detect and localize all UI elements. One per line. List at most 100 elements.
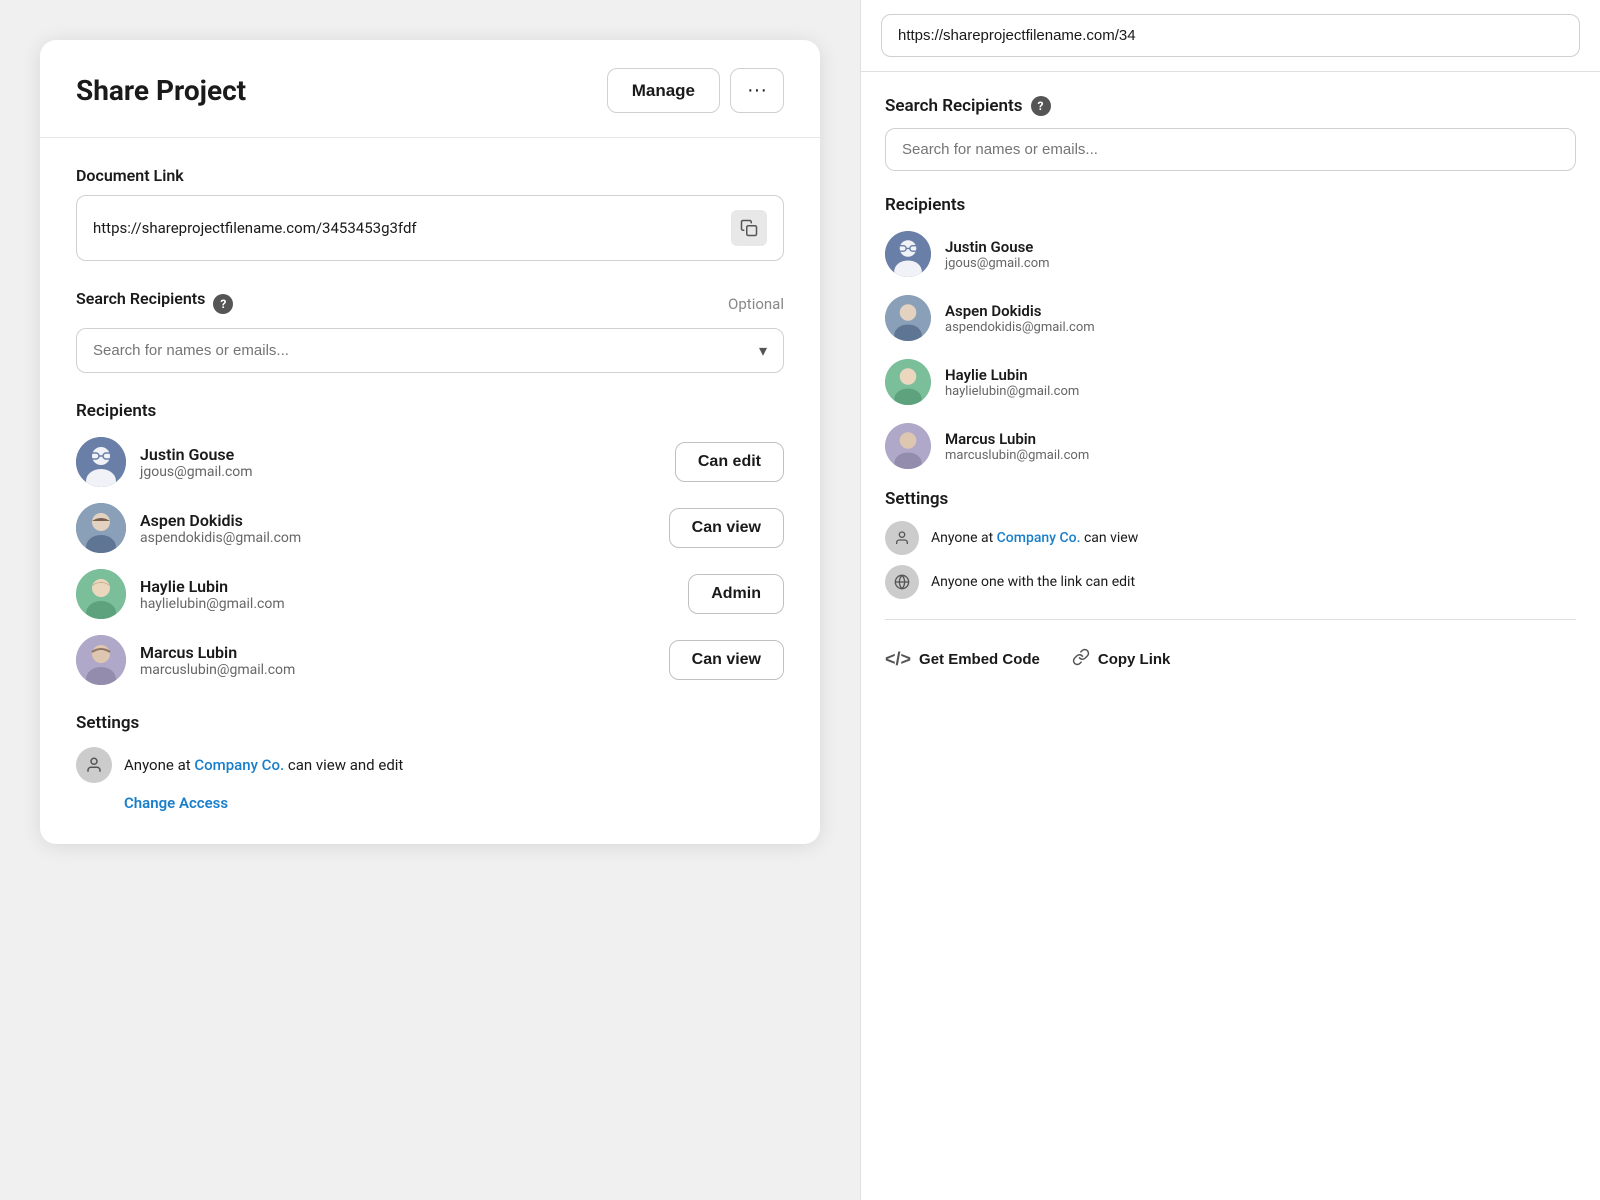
right-avatar-hl-svg xyxy=(885,359,931,405)
recipient-name-ml: Marcus Lubin xyxy=(140,643,295,662)
access-btn-hl[interactable]: Admin xyxy=(688,574,784,614)
right-search-recipients-label-text: Search Recipients xyxy=(885,96,1023,116)
search-input-wrap[interactable]: ▾ xyxy=(76,328,784,373)
settings-section: Settings Anyone at Company Co. can view … xyxy=(76,713,784,812)
document-link-container: https://shareprojectfilename.com/3453453… xyxy=(76,195,784,261)
recipient-row-ad: Aspen Dokidis aspendokidis@gmail.com Can… xyxy=(76,503,784,553)
search-recipients-header: Search Recipients ? Optional xyxy=(76,289,784,318)
right-avatar-ad-svg xyxy=(885,295,931,341)
avatar-hl-svg xyxy=(76,569,126,619)
bottom-actions: </> Get Embed Code Copy Link xyxy=(885,640,1576,671)
right-avatar-ad xyxy=(885,295,931,341)
document-link-label: Document Link xyxy=(76,166,784,185)
recipients-title: Recipients xyxy=(76,401,784,421)
document-link-text: https://shareprojectfilename.com/3453453… xyxy=(93,219,731,237)
recipients-section: Recipients xyxy=(76,401,784,685)
recipient-info-ml: Marcus Lubin marcuslubin@gmail.com xyxy=(76,635,295,685)
right-settings-title: Settings xyxy=(885,489,1576,509)
copy-link-label: Copy Link xyxy=(1098,651,1171,668)
right-divider xyxy=(885,619,1576,620)
right-recipient-details-ml: Marcus Lubin marcuslubin@gmail.com xyxy=(945,430,1089,463)
right-avatar-jg xyxy=(885,231,931,277)
modal-body: Document Link https://shareprojectfilena… xyxy=(40,138,820,844)
right-company-name: Company Co. xyxy=(997,530,1081,546)
search-label-wrap: Search Recipients ? xyxy=(76,289,233,318)
recipient-name-jg: Justin Gouse xyxy=(140,445,253,464)
right-settings-row-company: Anyone at Company Co. can view xyxy=(885,521,1576,555)
access-btn-ml[interactable]: Can view xyxy=(669,640,784,680)
right-settings-company-text: Anyone at Company Co. can view xyxy=(931,530,1138,546)
avatar-ad-svg xyxy=(76,503,126,553)
modal-title: Share Project xyxy=(76,74,246,107)
recipient-info-hl: Haylie Lubin haylielubin@gmail.com xyxy=(76,569,285,619)
change-access-link[interactable]: Change Access xyxy=(124,794,228,812)
right-recipient-email-hl: haylielubin@gmail.com xyxy=(945,384,1079,399)
copy-icon xyxy=(740,219,758,237)
header-buttons: Manage ··· xyxy=(607,68,784,113)
embed-code-button[interactable]: </> Get Embed Code xyxy=(885,649,1040,670)
right-content: Search Recipients ? Recipients Justin Go… xyxy=(861,72,1600,1200)
right-recipient-email-ml: marcuslubin@gmail.com xyxy=(945,448,1089,463)
right-recipient-email-ad: aspendokidis@gmail.com xyxy=(945,320,1095,335)
link-icon xyxy=(1072,648,1090,671)
avatar-jg-svg xyxy=(76,437,126,487)
right-recipient-name-ad: Aspen Dokidis xyxy=(945,302,1095,320)
access-btn-ad[interactable]: Can view xyxy=(669,508,784,548)
avatar-aspen-dokidis xyxy=(76,503,126,553)
settings-company-text: Anyone at Company Co. can view and edit xyxy=(124,756,403,774)
search-recipients-label: Search Recipients xyxy=(76,289,205,308)
recipient-email-jg: jgous@gmail.com xyxy=(140,464,253,480)
person-svg-icon xyxy=(85,756,103,774)
settings-row-company: Anyone at Company Co. can view and edit xyxy=(76,747,784,783)
search-input[interactable] xyxy=(93,342,759,359)
optional-label: Optional xyxy=(728,295,784,313)
right-recipient-ml: Marcus Lubin marcuslubin@gmail.com xyxy=(885,423,1576,469)
right-recipient-name-jg: Justin Gouse xyxy=(945,238,1050,256)
recipient-details-hl: Haylie Lubin haylielubin@gmail.com xyxy=(140,577,285,612)
right-person-icon xyxy=(885,521,919,555)
recipient-info-ad: Aspen Dokidis aspendokidis@gmail.com xyxy=(76,503,301,553)
right-avatar-hl xyxy=(885,359,931,405)
avatar-marcus-lubin xyxy=(76,635,126,685)
right-person-svg-icon xyxy=(894,530,910,546)
left-panel: Share Project Manage ··· Document Link h… xyxy=(0,0,860,1200)
company-link[interactable]: Company Co. xyxy=(194,756,284,774)
right-recipient-details-jg: Justin Gouse jgous@gmail.com xyxy=(945,238,1050,271)
right-recipient-details-hl: Haylie Lubin haylielubin@gmail.com xyxy=(945,366,1079,399)
right-search-label: Search Recipients ? xyxy=(885,96,1576,116)
url-input[interactable] xyxy=(881,14,1580,57)
recipient-details-jg: Justin Gouse jgous@gmail.com xyxy=(140,445,253,480)
person-icon xyxy=(76,747,112,783)
right-search-input[interactable] xyxy=(885,128,1576,171)
right-avatar-ml-svg xyxy=(885,423,931,469)
recipient-email-ml: marcuslubin@gmail.com xyxy=(140,662,295,678)
url-bar xyxy=(861,0,1600,72)
right-avatar-jg-svg xyxy=(885,231,931,277)
access-btn-jg[interactable]: Can edit xyxy=(675,442,784,482)
right-recipient-jg: Justin Gouse jgous@gmail.com xyxy=(885,231,1576,277)
right-help-icon[interactable]: ? xyxy=(1031,96,1051,116)
avatar-haylie-lubin xyxy=(76,569,126,619)
right-recipients-title: Recipients xyxy=(885,195,1576,215)
right-recipient-name-hl: Haylie Lubin xyxy=(945,366,1079,384)
recipient-name-hl: Haylie Lubin xyxy=(140,577,285,596)
right-recipient-email-jg: jgous@gmail.com xyxy=(945,256,1050,271)
share-modal: Share Project Manage ··· Document Link h… xyxy=(40,40,820,844)
recipient-row: Justin Gouse jgous@gmail.com Can edit xyxy=(76,437,784,487)
modal-header: Share Project Manage ··· xyxy=(40,40,820,138)
change-access-wrap: Change Access xyxy=(76,793,784,812)
manage-button[interactable]: Manage xyxy=(607,68,720,113)
chevron-down-icon: ▾ xyxy=(759,341,767,360)
more-button[interactable]: ··· xyxy=(730,68,784,113)
right-settings-row-link: Anyone one with the link can edit xyxy=(885,565,1576,599)
settings-title: Settings xyxy=(76,713,784,733)
right-avatar-ml xyxy=(885,423,931,469)
copy-link-icon-button[interactable] xyxy=(731,210,767,246)
right-globe-svg-icon xyxy=(894,574,910,590)
copy-link-button[interactable]: Copy Link xyxy=(1072,648,1171,671)
embed-label: Get Embed Code xyxy=(919,651,1040,668)
recipient-details-ml: Marcus Lubin marcuslubin@gmail.com xyxy=(140,643,295,678)
recipient-email-hl: haylielubin@gmail.com xyxy=(140,596,285,612)
recipient-row-hl: Haylie Lubin haylielubin@gmail.com Admin xyxy=(76,569,784,619)
help-icon[interactable]: ? xyxy=(213,294,233,314)
